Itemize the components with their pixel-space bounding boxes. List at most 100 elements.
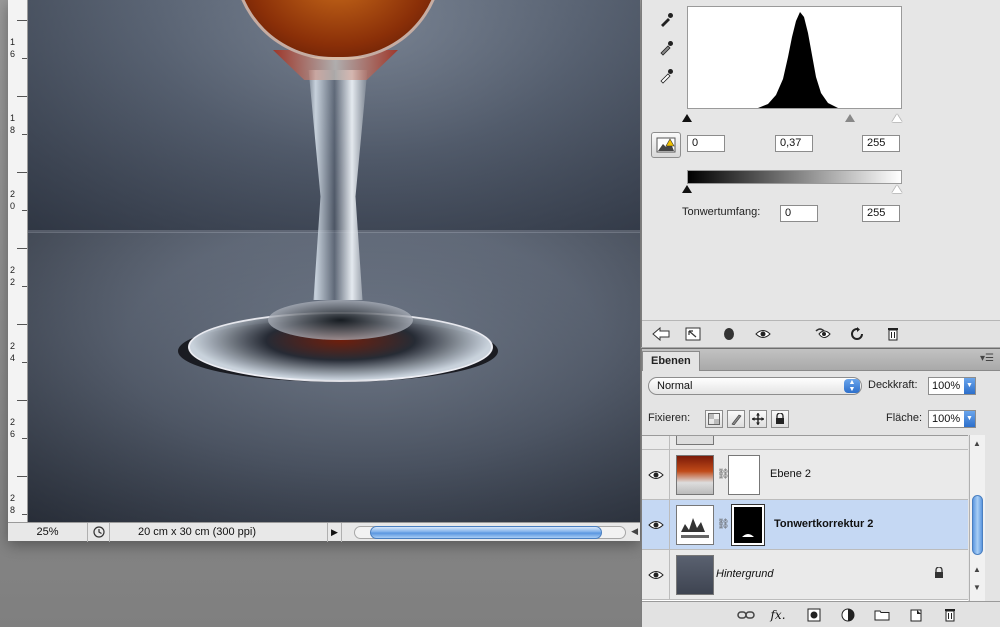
white-point-eyedropper-icon[interactable] <box>656 66 676 86</box>
input-gamma-handle[interactable] <box>845 114 855 122</box>
layer-visibility-cell[interactable] <box>642 500 670 550</box>
input-gamma-field[interactable]: 0,37 <box>775 135 813 152</box>
glass-foot-center <box>268 300 413 340</box>
layer-visibility-cell[interactable] <box>642 550 670 600</box>
ruler-tick <box>17 20 27 21</box>
new-group-folder-icon[interactable] <box>870 606 894 624</box>
ruler-tick <box>17 248 27 249</box>
levels-adjustment-panel: 0 0,37 255 Tonwertumfang: 0 255 <box>641 0 1000 347</box>
vertical-ruler[interactable]: 1 6 1 8 2 0 2 2 2 4 2 6 2 8 <box>8 0 28 522</box>
lock-position-move-icon[interactable] <box>749 410 767 428</box>
output-white-handle[interactable] <box>892 185 902 193</box>
black-point-eyedropper-icon[interactable] <box>656 10 676 30</box>
layer-mask-thumbnail[interactable] <box>731 504 765 546</box>
layers-footer: fx. <box>642 601 1000 627</box>
panel-menu-icon[interactable]: ▾☰ <box>980 353 994 364</box>
layer-row-tonwertkorrektur-2[interactable]: ⛓ Tonwertkorrektur 2 <box>642 500 968 550</box>
link-icon: ⛓ <box>717 519 730 530</box>
link-layers-icon[interactable] <box>734 606 758 624</box>
eye-icon <box>647 471 664 479</box>
scroll-up-arrow-icon[interactable]: ▲ <box>973 565 981 574</box>
ruler-tick <box>17 324 27 325</box>
layers-tab-bar: Ebenen ▾☰ <box>642 349 1000 371</box>
ruler-number: 6 <box>10 429 16 439</box>
tab-layers[interactable]: Ebenen <box>642 351 700 371</box>
ruler-tick <box>17 96 27 97</box>
output-black-field[interactable]: 0 <box>780 205 818 222</box>
zoom-level-field[interactable]: 25% <box>8 522 88 542</box>
new-layer-icon[interactable] <box>904 606 928 624</box>
layer-row-hintergrund[interactable]: Hintergrund <box>642 550 968 600</box>
layer-name: Ebene 2 <box>770 468 811 480</box>
add-mask-icon[interactable] <box>802 606 826 624</box>
layer-visibility-cell[interactable] <box>642 436 670 450</box>
horizontal-scrollbar[interactable]: ◀ <box>342 523 640 542</box>
layers-vertical-scrollbar[interactable]: ▲ ▲ ▼ <box>969 435 985 601</box>
view-previous-state-icon[interactable] <box>812 325 834 343</box>
layer-name: Hintergrund <box>716 568 774 580</box>
opacity-value: 100% <box>932 380 961 392</box>
layer-list: ⛓ Ebene 2 ⛓ Tonwertkorrektur 2 Hintergru… <box>642 435 968 601</box>
fill-field[interactable]: 100% ▼ <box>928 410 976 428</box>
layer-row-partial[interactable] <box>642 436 968 450</box>
input-levels-slider[interactable] <box>682 114 902 124</box>
layer-visibility-cell[interactable] <box>642 450 670 500</box>
status-info-icon[interactable] <box>88 522 110 542</box>
scroll-left-arrow-icon[interactable]: ◀ <box>631 526 638 537</box>
ruler-tick <box>22 438 27 439</box>
input-white-handle[interactable] <box>892 114 902 122</box>
scroll-thumb[interactable] <box>370 525 602 539</box>
output-black-handle[interactable] <box>682 185 692 193</box>
delete-trash-icon[interactable] <box>882 325 904 343</box>
input-black-field[interactable]: 0 <box>687 135 725 152</box>
layer-thumbnail <box>676 436 714 445</box>
scroll-down-arrow-icon[interactable]: ▼ <box>973 583 981 592</box>
ruler-number: 2 <box>10 277 16 287</box>
input-white-field[interactable]: 255 <box>862 135 900 152</box>
layers-panel: Ebenen ▾☰ Normal ▲ ▼ Deckkraft: 100% ▼ Fi… <box>641 348 1000 627</box>
ruler-number: 2 <box>10 493 16 503</box>
histogram <box>687 6 902 109</box>
layer-style-fx-icon[interactable]: fx. <box>766 606 790 624</box>
scroll-up-arrow-icon[interactable]: ▲ <box>973 439 981 448</box>
layer-name: Tonwertkorrektur 2 <box>774 518 874 530</box>
ruler-tick <box>22 362 27 363</box>
lock-transparency-icon[interactable] <box>705 410 723 428</box>
status-menu-arrow-icon[interactable]: ▶ <box>328 522 342 542</box>
new-adjustment-layer-icon[interactable] <box>836 606 860 624</box>
ruler-tick <box>22 134 27 135</box>
opacity-field[interactable]: 100% ▼ <box>928 377 976 395</box>
scroll-thumb[interactable] <box>972 495 983 555</box>
output-white-field[interactable]: 255 <box>862 205 900 222</box>
blend-mode-select[interactable]: Normal ▲ ▼ <box>648 377 862 395</box>
ruler-tick <box>22 286 27 287</box>
image-canvas[interactable] <box>28 0 640 522</box>
input-black-handle[interactable] <box>682 114 692 122</box>
delete-layer-trash-icon[interactable] <box>938 606 962 624</box>
fill-value: 100% <box>932 413 961 425</box>
clipping-warning-icon[interactable] <box>651 132 681 158</box>
lock-all-icon[interactable] <box>771 410 789 428</box>
ruler-tick <box>22 210 27 211</box>
gray-point-eyedropper-icon[interactable] <box>656 38 676 58</box>
opacity-dropdown-arrow-icon[interactable]: ▼ <box>964 378 975 394</box>
toggle-visibility-eye-icon[interactable] <box>752 325 774 343</box>
back-arrow-icon[interactable] <box>650 325 672 343</box>
ruler-number: 8 <box>10 125 16 135</box>
ruler-tick <box>22 514 27 515</box>
ruler-tick <box>17 476 27 477</box>
layer-row-ebene-2[interactable]: ⛓ Ebene 2 <box>642 450 968 500</box>
reset-icon[interactable] <box>846 325 868 343</box>
clip-to-layer-icon[interactable] <box>718 325 740 343</box>
output-levels-slider[interactable] <box>682 185 902 195</box>
fill-dropdown-arrow-icon[interactable]: ▼ <box>964 411 975 427</box>
ruler-number: 6 <box>10 49 16 59</box>
adjustments-footer <box>642 320 1000 347</box>
opacity-label: Deckkraft: <box>868 379 918 391</box>
ruler-number: 1 <box>10 113 16 123</box>
expand-view-icon[interactable] <box>682 325 704 343</box>
ruler-tick <box>22 58 27 59</box>
layer-mask-thumbnail[interactable] <box>728 455 760 495</box>
lock-pixels-brush-icon[interactable] <box>727 410 745 428</box>
blend-mode-value: Normal <box>657 380 693 392</box>
